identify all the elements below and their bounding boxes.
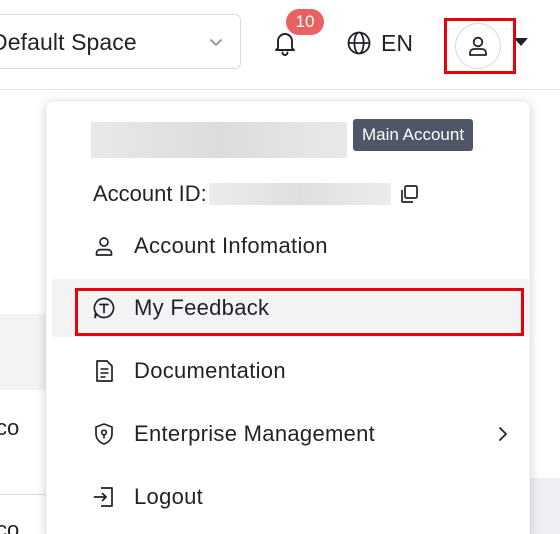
- menu-item-enterprise-management[interactable]: Enterprise Management: [52, 405, 529, 463]
- menu-item-documentation[interactable]: Documentation: [52, 342, 529, 400]
- main-account-tag: Main Account: [353, 119, 474, 151]
- language-label: EN: [381, 29, 413, 56]
- logout-icon: [92, 485, 116, 509]
- scrollbar[interactable]: [530, 478, 560, 534]
- menu-item-account-information[interactable]: Account Infomation: [52, 217, 529, 275]
- account-id-row: Account ID:: [93, 179, 419, 209]
- caret-down-icon[interactable]: [514, 38, 528, 46]
- avatar-button[interactable]: [455, 23, 501, 69]
- language-switcher[interactable]: EN: [346, 26, 413, 60]
- account-id-redacted: [208, 183, 391, 205]
- top-bar: Default Space 10 EN: [0, 0, 560, 90]
- menu-item-label: Logout: [134, 484, 204, 509]
- copy-icon[interactable]: [399, 184, 419, 204]
- account-name-redacted: [91, 122, 347, 158]
- background-row-highlight: [0, 314, 50, 390]
- globe-icon: [347, 31, 371, 55]
- menu-item-logout[interactable]: Logout: [52, 468, 529, 526]
- document-icon: [92, 359, 116, 383]
- background-text: co: [0, 415, 20, 440]
- menu-item-label: Enterprise Management: [134, 421, 376, 446]
- menu-item-my-feedback[interactable]: My Feedback: [52, 279, 529, 337]
- user-icon: [92, 234, 116, 258]
- space-selector[interactable]: Default Space: [0, 14, 241, 69]
- background-divider: [0, 494, 50, 495]
- menu-item-label: Documentation: [134, 358, 286, 383]
- space-selector-value: Default Space: [0, 29, 137, 55]
- menu-item-label: Account Infomation: [134, 233, 328, 258]
- chevron-down-icon: [210, 39, 222, 46]
- chevron-right-icon: [499, 427, 507, 441]
- menu-item-label: My Feedback: [134, 295, 270, 320]
- account-dropdown-menu: Main Account Account ID: Account Infomat…: [46, 101, 530, 534]
- user-icon: [469, 36, 487, 56]
- avatar-highlight-box: [444, 18, 516, 74]
- shield-icon: [92, 422, 116, 446]
- account-id-label: Account ID:: [93, 181, 207, 206]
- background-text: co: [0, 517, 20, 534]
- feedback-icon: [92, 296, 116, 320]
- notification-badge: 10: [286, 9, 324, 35]
